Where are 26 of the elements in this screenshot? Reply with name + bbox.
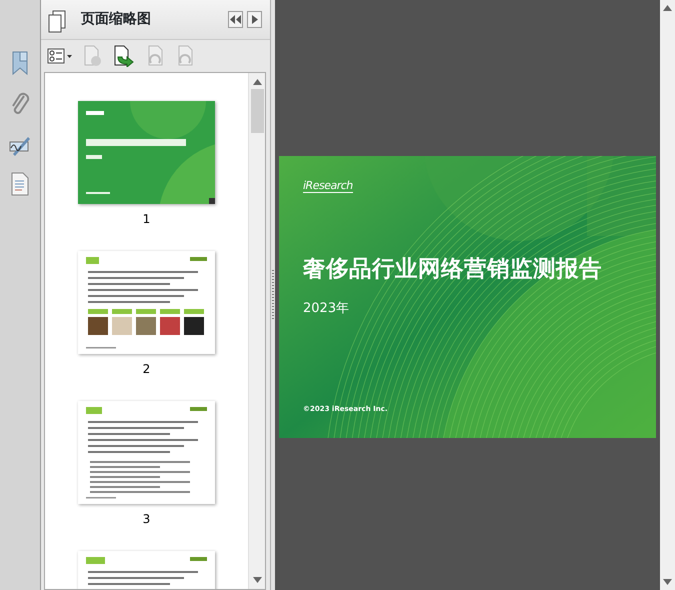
page-number: 1 xyxy=(142,211,150,228)
slide-title: 奢侈品行业网络营销监测报告 xyxy=(303,255,602,284)
scroll-up-icon[interactable] xyxy=(252,79,262,85)
scrollbar[interactable] xyxy=(248,73,265,589)
page-number: 3 xyxy=(142,511,150,528)
scrollbar[interactable] xyxy=(660,0,675,590)
replace-page-icon[interactable] xyxy=(113,45,135,67)
page-thumbnail[interactable] xyxy=(78,251,215,354)
signature-icon[interactable] xyxy=(8,134,32,156)
scroll-thumb[interactable] xyxy=(250,89,264,133)
scroll-down-icon[interactable] xyxy=(252,577,262,583)
scroll-up-icon[interactable] xyxy=(663,5,672,11)
logo: iResearch xyxy=(303,180,353,194)
scroll-down-icon[interactable] xyxy=(663,579,672,585)
options-button[interactable] xyxy=(47,48,73,64)
panel-title: 页面缩略图 xyxy=(81,10,151,29)
page-thumbnail[interactable] xyxy=(78,401,215,504)
arrow-right-icon xyxy=(252,15,258,24)
page-thumbnail[interactable] xyxy=(78,101,215,204)
double-arrow-left-icon xyxy=(230,15,241,24)
collapse-button[interactable] xyxy=(228,11,243,28)
slide-subtitle: 2023年 xyxy=(303,300,350,318)
bookmark-icon[interactable] xyxy=(10,50,30,76)
expand-button[interactable] xyxy=(247,11,262,28)
page-number: 2 xyxy=(142,361,150,378)
document-icon[interactable] xyxy=(11,172,29,196)
